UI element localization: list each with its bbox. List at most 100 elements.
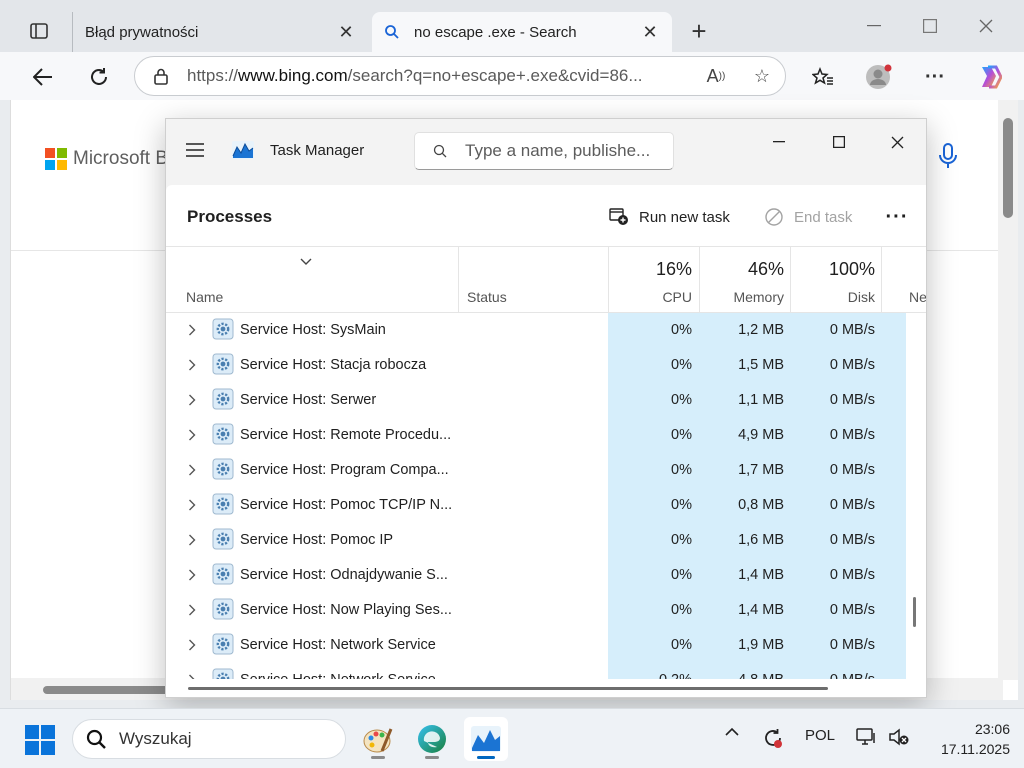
process-search-input[interactable] [465,141,665,161]
column-header-disk[interactable]: Disk [790,289,875,305]
running-indicator [371,756,385,759]
browser-tab-bar: Błąd prywatności ✕ no escape .exe - Sear… [0,0,1024,56]
process-name: Service Host: Serwer [240,392,377,408]
back-button[interactable] [26,60,60,94]
lock-icon[interactable] [135,68,187,85]
expand-chevron-icon[interactable] [188,638,196,654]
active-indicator [477,756,495,759]
column-separator[interactable] [790,247,791,313]
column-separator[interactable] [458,247,459,313]
column-separator[interactable] [881,247,882,313]
expand-chevron-icon[interactable] [188,533,196,549]
process-row[interactable]: Service Host: Stacja robocza 0% 1,5 MB 0 MB… [166,348,907,383]
window-title: Task Manager [270,142,365,159]
hamburger-menu-icon[interactable] [184,139,206,161]
favorite-star-icon[interactable]: ☆ [739,66,785,87]
input-language-indicator[interactable]: POL [800,727,840,744]
favorites-icon [812,67,833,85]
process-row[interactable]: Service Host: SysMain 0% 1,2 MB 0 MB/s [166,313,907,348]
expand-chevron-icon[interactable] [188,323,196,339]
process-row[interactable]: Service Host: Pomoc TCP/IP N... 0% 0,8 MB 0… [166,488,907,523]
process-row[interactable]: Service Host: Remote Procedu... 0% 4,9 MB 0… [166,418,907,453]
process-row[interactable]: Service Host: Program Compa... 0% 1,7 MB 0 … [166,453,907,488]
minimize-window-button[interactable] [858,12,890,40]
read-aloud-icon[interactable]: A)) [693,66,739,87]
expand-chevron-icon[interactable] [188,428,196,444]
process-cpu: 0,2% [608,672,692,679]
task-manager-content: Processes Run new task End task ··· Name [166,185,926,697]
microphone-icon[interactable] [937,142,959,173]
volume-muted-icon[interactable] [886,727,912,747]
process-memory: 0,8 MB [738,497,784,513]
process-memory: 4,8 MB [700,672,784,679]
close-button[interactable] [874,127,920,157]
run-new-task-button[interactable]: Run new task [609,203,730,231]
network-display-icon[interactable] [854,727,880,747]
column-header-memory[interactable]: Memory [700,289,784,305]
expand-chevron-icon[interactable] [188,358,196,374]
process-row[interactable]: Service Host: Network Service 0,2% 4,8 MB 0… [166,663,907,679]
sort-chevron-down-icon[interactable] [300,253,312,269]
process-memory: 1,1 MB [738,392,784,408]
tab-privacy-error[interactable]: Błąd prywatności ✕ [72,12,368,52]
maximize-window-button[interactable] [914,12,946,40]
process-cpu: 0% [671,567,692,583]
clock-time: 23:06 [974,721,1010,737]
process-row[interactable]: Service Host: Pomoc IP 0% 1,6 MB 0 MB/s [166,523,907,558]
favorites-button[interactable] [806,60,840,94]
close-tab-icon[interactable]: ✕ [640,22,660,42]
expand-chevron-icon[interactable] [188,568,196,584]
taskbar-app-paint[interactable] [356,717,400,761]
page-vertical-scrollbar[interactable] [998,100,1018,680]
maximize-button[interactable] [816,127,862,157]
profile-avatar[interactable] [862,60,896,94]
refresh-icon [91,68,107,85]
copilot-button[interactable] [972,60,1006,94]
process-memory: 1,5 MB [738,357,784,373]
process-search-box[interactable] [414,132,674,170]
url-field[interactable]: https://www.bing.com/search?q=no+escape+… [134,56,786,96]
column-header-network[interactable]: Ne [909,289,926,305]
address-toolbar: https://www.bing.com/search?q=no+escape+… [0,52,1024,100]
process-row[interactable]: Service Host: Network Service 0% 1,9 MB 0 M… [166,628,907,663]
vertical-scrollbar-thumb[interactable] [913,597,916,627]
column-separator[interactable] [608,247,609,313]
update-sync-icon[interactable] [760,727,786,749]
tab-bing-search[interactable]: no escape .exe - Search ✕ [372,12,672,52]
process-row[interactable]: Service Host: Serwer 0% 1,1 MB 0 MB/s [166,383,907,418]
scroll-thumb[interactable] [1003,118,1013,218]
expand-chevron-icon[interactable] [188,673,196,679]
tab-actions-button[interactable] [24,16,54,46]
process-row[interactable]: Service Host: Odnajdywanie S... 0% 1,4 MB 0… [166,558,907,593]
close-window-button[interactable] [970,12,1002,40]
more-actions-button[interactable]: ··· [882,203,912,231]
new-tab-button[interactable]: + [684,16,714,46]
taskbar-app-task-manager[interactable] [464,717,508,761]
close-tab-icon[interactable]: ✕ [336,22,356,42]
column-header-status[interactable]: Status [467,289,507,305]
horizontal-scrollbar-thumb[interactable] [188,687,828,690]
process-name: Service Host: Network Service [240,672,452,679]
minimize-button[interactable] [756,127,802,157]
column-separator[interactable] [699,247,700,313]
refresh-button[interactable] [82,60,116,94]
taskbar-search-box[interactable]: Wyszukaj [72,719,346,759]
start-button[interactable] [25,725,55,758]
system-clock[interactable]: 23:06 17.11.2025 [920,719,1010,759]
column-header-name[interactable]: Name [186,289,223,305]
show-hidden-icons-chevron[interactable] [720,727,744,736]
taskbar-app-edge[interactable] [410,717,454,761]
more-options-button[interactable]: ··· [918,60,952,94]
expand-chevron-icon[interactable] [188,603,196,619]
process-list: Service Host: SysMain 0% 1,2 MB 0 MB/s Servi… [166,313,907,679]
microsoft-logo-icon [45,148,67,170]
process-row[interactable]: Service Host: Now Playing Ses... 0% 1,4 MB… [166,593,907,628]
process-cpu: 0% [671,392,692,408]
expand-chevron-icon[interactable] [188,498,196,514]
expand-chevron-icon[interactable] [188,463,196,479]
end-task-button[interactable]: End task [764,203,852,231]
column-header-cpu[interactable]: CPU [608,289,692,305]
expand-chevron-icon[interactable] [188,393,196,409]
microsoft-bing-logo[interactable]: Microsoft B [45,148,168,170]
process-memory: 1,4 MB [738,567,784,583]
